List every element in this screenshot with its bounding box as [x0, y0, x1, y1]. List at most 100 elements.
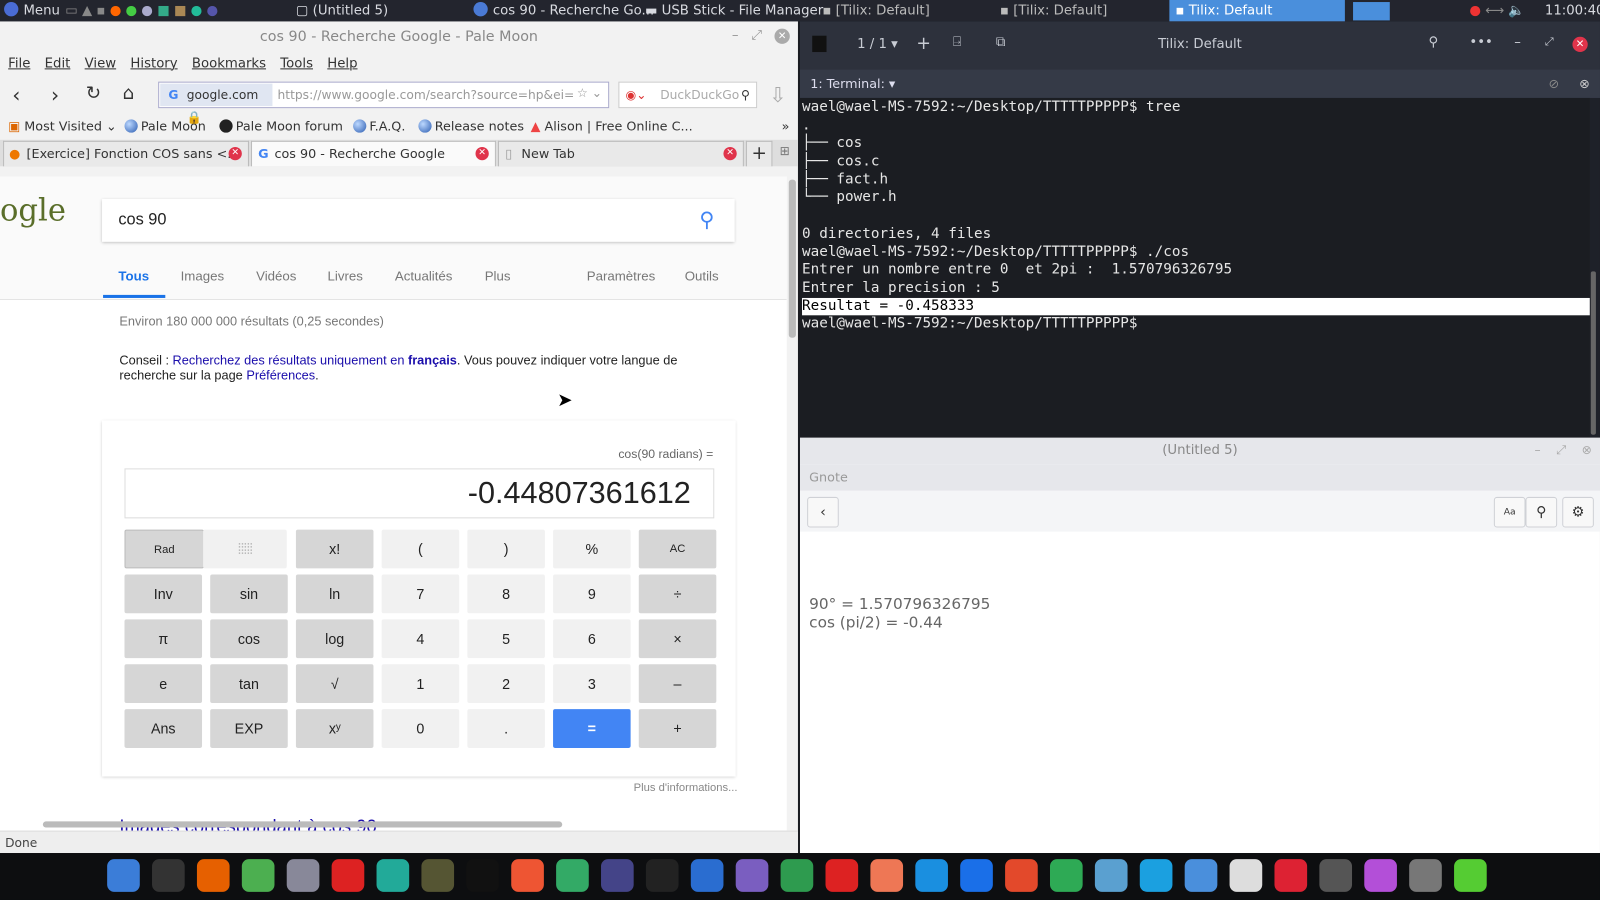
- calc-key[interactable]: 8: [467, 574, 545, 614]
- calc-key[interactable]: %: [553, 529, 631, 569]
- kodi-icon[interactable]: [1139, 859, 1173, 892]
- typora-icon[interactable]: [556, 859, 589, 892]
- tab-livres[interactable]: Livres: [328, 268, 363, 283]
- url-input[interactable]: https://www.google.com/search?source=hp&…: [278, 83, 575, 107]
- wps-writer-icon[interactable]: [960, 859, 993, 892]
- bookmark-pale-moon[interactable]: Pale Moon: [124, 113, 206, 140]
- webstorm-icon[interactable]: [466, 859, 499, 892]
- close-tab-icon[interactable]: ✕: [475, 146, 489, 161]
- opera-icon[interactable]: [331, 859, 365, 892]
- menu-view[interactable]: View: [85, 56, 116, 71]
- close-icon[interactable]: ✕: [774, 28, 790, 44]
- calc-key[interactable]: .: [467, 709, 545, 748]
- bookmark-forum[interactable]: Pale Moon forum: [219, 113, 343, 140]
- calculator-icon[interactable]: [1319, 859, 1353, 892]
- tip-link-language[interactable]: Recherchez des résultats uniquement en f…: [173, 353, 457, 367]
- recorder-icon[interactable]: [1274, 859, 1308, 892]
- pinwheel-icon[interactable]: [915, 859, 948, 892]
- trash-icon[interactable]: [1229, 859, 1263, 892]
- calc-key[interactable]: tan: [210, 664, 288, 704]
- settings-icon[interactable]: ⚙: [1562, 496, 1594, 528]
- vertical-scrollbar[interactable]: [788, 179, 796, 338]
- spreadsheet-icon[interactable]: [780, 859, 814, 892]
- home-icon[interactable]: ⌂: [122, 83, 134, 104]
- calc-key[interactable]: Rad: [124, 529, 205, 569]
- bookmark-most-visited[interactable]: ▣ Most Visited ⌄: [8, 113, 117, 140]
- menu-edit[interactable]: Edit: [45, 56, 71, 71]
- task-file-manager[interactable]: ▬ USB Stick - File Manager: [645, 0, 823, 21]
- bookmark-alison[interactable]: ▲ Alison | Free Online C...: [531, 113, 693, 140]
- office-icon[interactable]: [511, 859, 544, 892]
- menu-bookmarks[interactable]: Bookmarks: [192, 56, 266, 71]
- usb-icon[interactable]: [1409, 859, 1442, 892]
- tab-plus[interactable]: Plus: [485, 268, 511, 283]
- terminal-output[interactable]: wael@wael-MS-7592:~/Desktop/TTTTTPPPPP$ …: [799, 97, 1590, 438]
- tab-images[interactable]: Images: [181, 268, 225, 283]
- reload-icon[interactable]: ↻: [86, 83, 101, 104]
- bookmarks-overflow[interactable]: »: [782, 113, 790, 140]
- tab-tous[interactable]: Tous: [118, 268, 149, 283]
- forward-icon[interactable]: ›: [51, 83, 59, 107]
- close-terminal-icon[interactable]: ⊗: [1579, 69, 1590, 98]
- bookmark-release-notes[interactable]: Release notes: [418, 113, 524, 140]
- menu-tools[interactable]: Tools: [280, 56, 313, 71]
- close-icon[interactable]: ✕: [1572, 36, 1588, 53]
- docs-icon[interactable]: [690, 859, 724, 892]
- task-tilix-1[interactable]: ▪ [Tilix: Default]: [822, 0, 929, 21]
- wps-presentation-icon[interactable]: [1005, 859, 1038, 892]
- tab-videos[interactable]: Vidéos: [256, 268, 296, 283]
- menu-history[interactable]: History: [130, 56, 177, 71]
- calc-key[interactable]: log: [295, 619, 374, 659]
- atom-icon[interactable]: [376, 859, 410, 892]
- tray-icons[interactable]: ● ⟷ 🔈: [1469, 0, 1525, 21]
- calc-key[interactable]: 7: [381, 574, 460, 614]
- calc-key[interactable]: AC: [638, 529, 717, 569]
- calc-key[interactable]: Inv: [124, 574, 203, 614]
- eclipse-icon[interactable]: [601, 859, 634, 892]
- tab-google[interactable]: Gcos 90 - Recherche Google ✕: [251, 140, 496, 167]
- back-button[interactable]: ‹: [807, 496, 839, 528]
- wps-spreadsheet-icon[interactable]: [1049, 859, 1083, 892]
- download-icon[interactable]: ⇩: [769, 83, 786, 107]
- fish-icon[interactable]: [1094, 859, 1128, 892]
- calc-key[interactable]: e: [124, 664, 203, 704]
- menu-button[interactable]: Menu: [4, 0, 60, 21]
- new-tab-button[interactable]: +: [745, 140, 773, 167]
- calc-key[interactable]: 2: [467, 664, 545, 704]
- calc-key[interactable]: 1: [381, 664, 460, 704]
- window-controls[interactable]: – ⤢ ⊗: [1535, 443, 1592, 458]
- search-bar[interactable]: ◉⌄ DuckDuckGo ⚲: [618, 81, 758, 109]
- calc-key-deg-toggle[interactable]: ⁞⁞⁞⁞⁞: [203, 529, 287, 569]
- tab-grid-icon[interactable]: ⊞: [780, 144, 790, 158]
- minimize-icon[interactable]: –: [1514, 35, 1521, 50]
- search-input[interactable]: cos 90 ⚲: [102, 198, 735, 242]
- note-body[interactable]: 90° = 1.570796326795 cos (pi/2) = -0.44: [809, 595, 990, 632]
- google-doodle-logo[interactable]: ogle: [0, 193, 66, 229]
- calc-key[interactable]: Ans: [124, 709, 203, 748]
- calc-key[interactable]: ): [467, 529, 545, 569]
- more-info-link[interactable]: Plus d'informations...: [634, 782, 738, 794]
- task-palemoon[interactable]: cos 90 - Recherche Go...: [473, 0, 654, 21]
- text-format-icon[interactable]: Aa: [1493, 496, 1526, 528]
- terminal-scrollbar[interactable]: [1590, 271, 1596, 435]
- calc-key[interactable]: 5: [467, 619, 545, 659]
- back-icon[interactable]: ‹: [12, 83, 20, 107]
- calc-key[interactable]: 3: [553, 664, 631, 704]
- tab-parametres[interactable]: Paramètres: [587, 268, 656, 283]
- close-tab-icon[interactable]: ✕: [228, 146, 242, 161]
- arrow-icon[interactable]: [645, 859, 679, 892]
- calc-key[interactable]: √: [295, 664, 374, 704]
- pale-moon-icon[interactable]: [286, 859, 320, 892]
- workspace-switcher[interactable]: [1353, 2, 1390, 21]
- calc-key[interactable]: sin: [210, 574, 288, 614]
- search-icon[interactable]: ⚲: [1525, 496, 1558, 528]
- gmail-icon[interactable]: [825, 859, 859, 892]
- calc-key[interactable]: ÷: [638, 574, 717, 614]
- calc-key[interactable]: EXP: [210, 709, 288, 748]
- calc-key[interactable]: 4: [381, 619, 460, 659]
- tip-link-preferences[interactable]: Préférences: [246, 368, 315, 382]
- calc-key[interactable]: xʸ: [295, 709, 374, 748]
- calc-key[interactable]: ln: [295, 574, 374, 614]
- task-tilix-active[interactable]: ▪ Tilix: Default: [1169, 0, 1345, 22]
- close-tab-icon[interactable]: ✕: [723, 146, 737, 161]
